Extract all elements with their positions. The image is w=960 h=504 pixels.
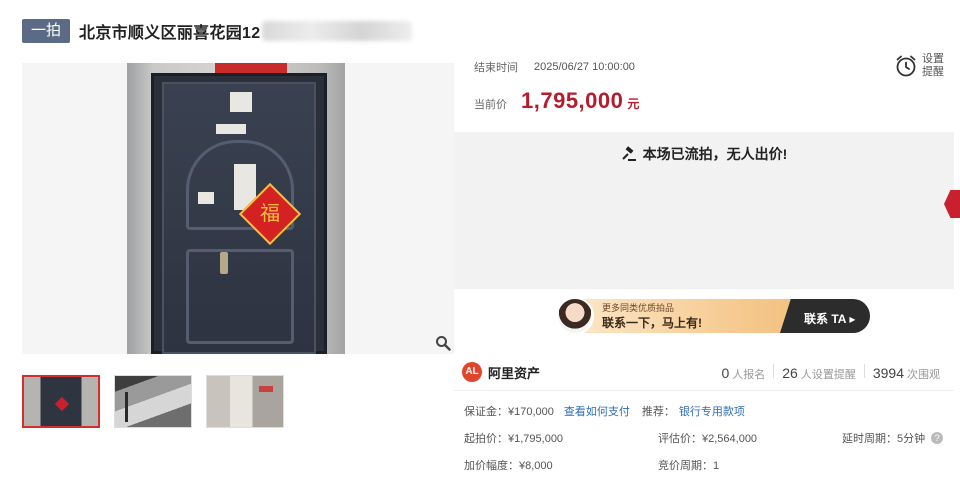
alarm-clock-icon [896, 55, 916, 77]
promo-banner[interactable]: 更多同类优质拍品 联系一下，马上有! 联系 TA ▸ [460, 290, 954, 340]
reminder-label-line2: 提醒 [922, 66, 944, 78]
thumbnail-1[interactable] [22, 375, 100, 428]
end-time-label: 结束时间 [474, 62, 518, 74]
thumbnail-strip [22, 375, 284, 428]
title-row: 一拍 北京市顺义区丽喜花园12 [22, 18, 413, 44]
deposit-value: 保证金：¥170,000 [464, 406, 554, 418]
door-photo: 福 [127, 63, 345, 354]
signup-label: 人报名 [732, 369, 766, 381]
auction-type-tag: 一拍 [22, 19, 71, 43]
ali-assets-logo-icon: AL [462, 362, 482, 382]
page-title: 北京市顺义区丽喜花园12 [79, 25, 261, 42]
price-box: 结束时间 2025/06/27 10:00:00 当前价 1,795,000 元 … [454, 40, 954, 132]
gavel-icon [621, 146, 636, 161]
contact-button[interactable]: 联系 TA ▸ [804, 310, 855, 327]
redacted-address [262, 21, 413, 41]
how-to-pay-link[interactable]: 查看如何支付 [564, 403, 630, 419]
reminder-label-line1: 设置 [922, 53, 944, 65]
bid-increment: 加价幅度：¥8,000 [464, 460, 553, 472]
start-price: 起拍价：¥1,795,000 [464, 433, 564, 445]
price-unit: 元 [627, 97, 640, 111]
reminder-count-label: 人设置提醒 [800, 369, 856, 381]
appraisal-price: 评估价：¥2,564,000 [658, 433, 758, 445]
delay-period: 延时周期：5分钟 [842, 433, 926, 445]
current-price: 1,795,000 [521, 88, 624, 113]
view-label: 次围观 [907, 369, 940, 381]
status-area: 本场已流拍，无人出价! 更多同类优质拍品 联系一下，马上有! 联系 TA ▸ [454, 132, 954, 340]
thumbnail-2[interactable] [114, 375, 192, 428]
bank-payment-link[interactable]: 银行专用款项 [679, 403, 745, 419]
stats-counts: 0 人报名 26 人设置提醒 3994 次围观 [721, 364, 940, 382]
set-reminder-button[interactable]: 设置 提醒 [894, 53, 948, 79]
signup-count: 0 [721, 365, 730, 381]
help-icon[interactable]: ? [931, 432, 944, 444]
promo-line1: 更多同类优质拍品 [602, 303, 675, 313]
auction-status: 本场已流拍，无人出价! [454, 144, 954, 164]
reminder-count: 26 [782, 365, 798, 381]
end-time-value: 2025/06/27 10:00:00 [534, 61, 635, 73]
platform-name: 阿里资产 [488, 365, 541, 381]
agent-avatar [556, 297, 594, 335]
auction-status-text: 本场已流拍，无人出价! [642, 146, 788, 162]
promo-line2: 联系一下，马上有! [602, 316, 702, 330]
current-price-label: 当前价 [474, 99, 507, 111]
thumbnail-3[interactable] [206, 375, 284, 428]
view-count: 3994 [872, 365, 904, 381]
zoom-icon[interactable] [435, 335, 451, 351]
recommend-label: 推荐： [641, 406, 675, 418]
bid-cycle: 竞价周期：1 [658, 460, 720, 472]
main-image-viewer[interactable]: 福 [22, 63, 454, 354]
